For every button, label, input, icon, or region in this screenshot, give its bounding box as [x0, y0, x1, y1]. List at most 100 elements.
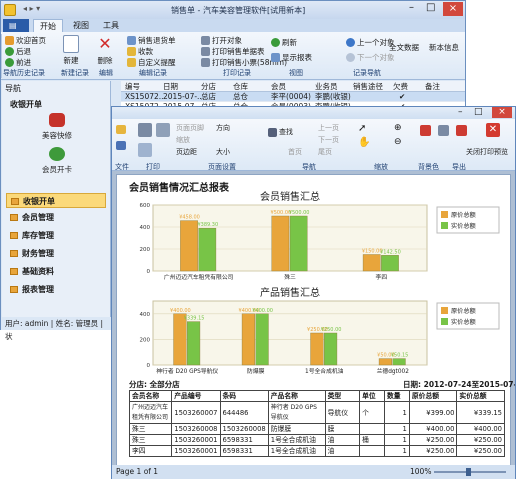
- close-icon[interactable]: ×: [443, 2, 463, 16]
- open-folder-icon[interactable]: [116, 125, 126, 134]
- table-row[interactable]: XS15072... 2015-07-... 总店 总仓 李平(0004) 李鹏…: [121, 92, 465, 102]
- report-page: 会员销售情况汇总报表 会员销售汇总 0 200 400 600 ¥458.00 ¥389.3…: [116, 174, 515, 465]
- margins-button[interactable]: 页边距: [176, 147, 197, 157]
- col-header: 会员名称: [128, 390, 173, 402]
- bar: [392, 358, 406, 366]
- app-icon[interactable]: [4, 4, 16, 16]
- nav-item-finance[interactable]: 财务管理: [6, 246, 106, 261]
- date-range: 日期: 2012-07-24至2015-07-31: [403, 380, 515, 389]
- x-tick-label: 兰德dgt002: [377, 367, 410, 375]
- tab-view[interactable]: 视图: [67, 19, 95, 32]
- quick-access-icons[interactable]: ◂ ▸ ▾: [23, 4, 40, 13]
- refresh-button[interactable]: 刷新: [271, 37, 297, 48]
- nav-item-basic-data[interactable]: 基础资料: [6, 264, 106, 279]
- zoom-in-icon[interactable]: ⊕: [394, 123, 402, 133]
- prev-page-button[interactable]: 上一页: [318, 123, 339, 133]
- delete-x-icon: ✕: [98, 34, 112, 53]
- show-report-button[interactable]: 显示报表: [271, 52, 312, 63]
- collect-button[interactable]: 收款: [127, 46, 153, 57]
- col-header[interactable]: 会员: [271, 81, 286, 92]
- bar: [255, 313, 269, 366]
- page-color-icon[interactable]: [420, 125, 431, 136]
- minimize-icon[interactable]: –: [409, 2, 414, 13]
- legend-swatch: [441, 222, 448, 229]
- maximize-icon[interactable]: □: [426, 2, 435, 13]
- bar: [198, 227, 217, 272]
- close-preview-button[interactable]: 关闭打印预览: [466, 147, 508, 157]
- member-sales-chart: 会员销售汇总 0 200 400 600 ¥458.00¥389.30 广州迈迈汽车租凭有限…: [140, 190, 500, 281]
- app-menu-button[interactable]: ▤: [3, 19, 29, 32]
- custom-remind-button[interactable]: 自定义提醒: [127, 57, 176, 68]
- col-header[interactable]: 分店: [201, 81, 216, 92]
- col-header[interactable]: 业务员: [315, 81, 338, 92]
- col-header[interactable]: 仓库: [233, 81, 248, 92]
- prev-object-button[interactable]: 上一个对象: [346, 37, 395, 48]
- close-preview-icon[interactable]: ✕: [486, 123, 500, 137]
- maximize-icon[interactable]: □: [474, 107, 483, 117]
- back-arrow-icon: [5, 47, 14, 56]
- chart-title: 产品销售汇总: [260, 286, 320, 299]
- export-icon[interactable]: [456, 125, 467, 136]
- scale-button[interactable]: 缩放: [176, 135, 190, 145]
- y-tick-label: 400: [140, 312, 151, 318]
- nav-item-reports[interactable]: 报表管理: [6, 282, 106, 297]
- hand-tool-icon[interactable]: ✋: [358, 137, 370, 148]
- col-header: 类型: [324, 390, 361, 402]
- col-header: 实价总额: [456, 390, 505, 402]
- bar: [362, 254, 381, 272]
- col-header[interactable]: 日期: [163, 81, 178, 92]
- print-icon: [201, 58, 210, 67]
- back-button[interactable]: 后退: [5, 46, 31, 57]
- size-button[interactable]: 大小: [216, 147, 230, 157]
- print-icon[interactable]: [138, 123, 152, 137]
- watermark-icon[interactable]: [438, 125, 449, 136]
- first-page-button[interactable]: 首页: [288, 147, 302, 157]
- col-header[interactable]: 备注: [425, 81, 440, 92]
- save-icon[interactable]: [116, 141, 126, 150]
- receipt-button[interactable]: 销售退货单: [127, 35, 176, 46]
- data-label: ¥142.50: [380, 249, 401, 255]
- forward-button[interactable]: 前进: [5, 57, 31, 68]
- zoom-out-icon[interactable]: ⊖: [394, 137, 402, 147]
- fullscreen-button[interactable]: 全文数据: [389, 42, 419, 53]
- new-button[interactable]: 新建: [63, 35, 79, 66]
- col-header[interactable]: 欠费: [393, 81, 408, 92]
- open-object-button[interactable]: 打开对象: [201, 35, 242, 46]
- print-list-button[interactable]: 打印销售单据表: [201, 46, 265, 57]
- nav-item-members[interactable]: 会员管理: [6, 210, 106, 225]
- nav-item-inventory[interactable]: 库存管理: [6, 228, 106, 243]
- data-label: ¥389.30: [197, 222, 218, 228]
- tab-tools[interactable]: 工具: [97, 19, 125, 32]
- col-header: 产品名称: [267, 390, 326, 402]
- y-tick-label: 200: [140, 337, 151, 343]
- page-setup-icon[interactable]: [138, 143, 152, 157]
- delete-button[interactable]: ✕ 删除: [97, 35, 113, 66]
- member-card-shortcut[interactable]: 会员开卡: [32, 147, 82, 175]
- close-icon[interactable]: ×: [492, 107, 512, 118]
- welcome-button[interactable]: 欢迎首页: [5, 35, 46, 46]
- zoom-slider-thumb[interactable]: [466, 468, 471, 476]
- new-info-button[interactable]: 新本信息: [429, 42, 459, 53]
- beauty-repair-shortcut[interactable]: 美容快修: [32, 113, 82, 141]
- folder-icon: [10, 286, 18, 293]
- legend-label: 实价总额: [451, 222, 477, 230]
- orientation-button[interactable]: 方向: [216, 123, 230, 133]
- tab-start[interactable]: 开始: [33, 19, 63, 32]
- folder-icon: [10, 214, 18, 221]
- nav-item-cashier[interactable]: 收银开单: [6, 193, 106, 208]
- quick-print-icon[interactable]: [156, 123, 170, 137]
- car-icon: [49, 113, 65, 127]
- preview-canvas[interactable]: 会员销售情况汇总报表 会员销售汇总 0 200 400 600 ¥458.00 ¥389.3…: [112, 171, 515, 465]
- col-header: 条码: [219, 390, 269, 402]
- next-object-button[interactable]: 下一个对象: [346, 52, 395, 63]
- down-arrow-icon: [346, 53, 355, 62]
- header-footer-button[interactable]: 页面页脚: [176, 123, 204, 133]
- folder-icon: [10, 268, 18, 275]
- next-page-button[interactable]: 下一页: [318, 135, 339, 145]
- minimize-icon[interactable]: –: [458, 107, 463, 117]
- col-header[interactable]: 销售途径: [353, 81, 383, 92]
- cursor-tool-icon[interactable]: ➚: [358, 123, 366, 134]
- col-header[interactable]: 编号: [125, 81, 140, 92]
- find-button[interactable]: 查找: [268, 127, 293, 137]
- last-page-button[interactable]: 尾页: [318, 147, 332, 157]
